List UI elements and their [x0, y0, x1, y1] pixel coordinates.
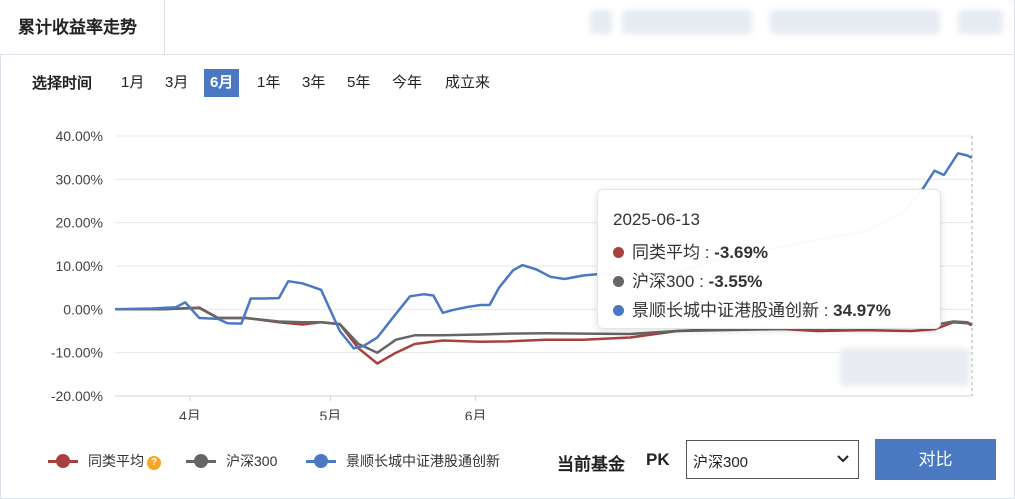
tooltip-date: 2025-06-13 — [613, 210, 700, 229]
legend-hs300-text: 沪深300 — [226, 453, 278, 469]
blurred-info-4 — [958, 10, 1003, 34]
x-tick-label: 4月 — [179, 408, 201, 420]
blurred-info-3 — [770, 10, 940, 34]
pk-label: PK — [646, 450, 670, 469]
range-option-3m[interactable]: 3月 — [159, 69, 194, 97]
blurred-info-1 — [590, 10, 612, 34]
hs300-dot — [613, 276, 624, 287]
range-option-3y[interactable]: 3年 — [296, 69, 331, 97]
fund-dot — [613, 305, 624, 316]
range-option-5y[interactable]: 5年 — [341, 69, 376, 97]
range-option-since-inception[interactable]: 成立来 — [439, 69, 496, 97]
tab-cumulative-return[interactable]: 累计收益率走势 — [0, 0, 165, 54]
legend-category-avg-text: 同类平均 — [88, 453, 144, 469]
tooltip-row-hs300: 沪深300 : -3.55% — [613, 267, 762, 292]
x-tick-label: 6月 — [465, 408, 487, 420]
legend-fund-text: 景顺长城中证港股通创新 — [346, 453, 500, 469]
tooltip-category-avg-name: 同类平均 — [632, 243, 700, 262]
range-option-1y[interactable]: 1年 — [251, 69, 286, 97]
tooltip-hs300-value: -3.55% — [708, 272, 763, 291]
chevron-down-icon — [837, 455, 849, 463]
category-avg-dot — [613, 247, 624, 258]
y-tick-label: 20.00% — [56, 215, 103, 231]
x-tick-label: 5月 — [320, 408, 342, 420]
tooltip-category-avg-value: -3.69% — [714, 243, 769, 262]
chart-tooltip: 2025-06-13 同类平均 : -3.69% 沪深300 : -3.55% … — [597, 189, 941, 329]
y-tick-label: -10.00% — [51, 345, 103, 361]
y-tick-label: 40.00% — [56, 128, 103, 144]
y-tick-label: 0.00% — [63, 301, 103, 317]
question-icon[interactable]: ? — [147, 456, 161, 470]
benchmark-select-value: 沪深300 — [693, 454, 749, 471]
blurred-watermark — [840, 348, 970, 386]
tooltip-row-category-avg: 同类平均 : -3.69% — [613, 238, 768, 263]
range-option-ytd[interactable]: 今年 — [386, 69, 428, 97]
legend-dot-fund — [314, 454, 328, 468]
tooltip-hs300-name: 沪深300 — [632, 272, 695, 291]
range-label: 选择时间 — [32, 75, 93, 92]
tooltip-fund-value: 34.97% — [833, 301, 891, 320]
benchmark-select[interactable]: 沪深300 — [686, 440, 859, 479]
current-fund-label: 当前基金 — [557, 455, 625, 474]
compare-button[interactable]: 对比 — [875, 439, 996, 480]
y-tick-label: 10.00% — [56, 258, 103, 274]
y-tick-label: -20.00% — [51, 388, 103, 404]
legend-label-category-avg: 同类平均? — [88, 448, 161, 474]
legend-dot-category-avg — [56, 454, 70, 468]
blurred-info-2 — [622, 10, 752, 34]
header-bar: 累计收益率走势 — [0, 0, 1013, 55]
tooltip-fund-name: 景顺长城中证港股通创新 — [632, 301, 819, 320]
range-option-1m[interactable]: 1月 — [115, 69, 150, 97]
tooltip-row-fund: 景顺长城中证港股通创新 : 34.97% — [613, 296, 891, 321]
y-tick-label: 30.00% — [56, 171, 103, 187]
range-option-6m[interactable]: 6月 — [204, 69, 240, 97]
legend-dot-hs300 — [194, 454, 208, 468]
